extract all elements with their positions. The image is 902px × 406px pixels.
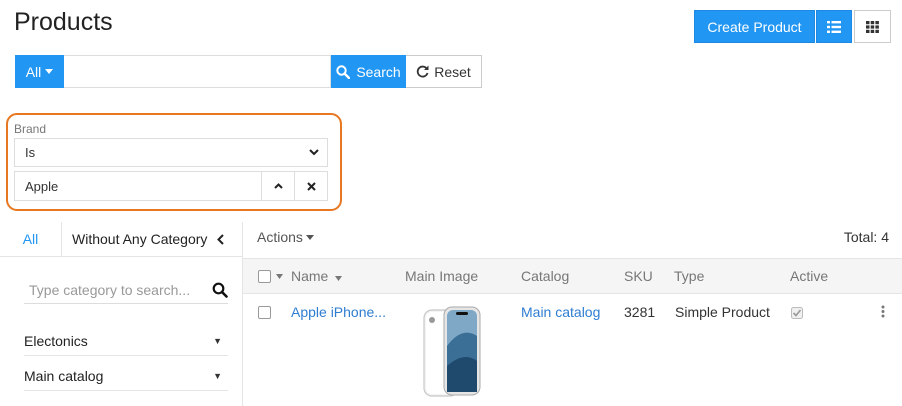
actions-dropdown[interactable]: Actions: [257, 229, 314, 245]
chevron-left-icon[interactable]: [217, 233, 225, 245]
column-header-type[interactable]: Type: [674, 268, 704, 284]
caret-down-icon[interactable]: ▼: [213, 371, 228, 381]
search-bar: All Search Reset: [15, 55, 482, 88]
type-value: Simple Product: [675, 304, 770, 320]
sort-caret-icon: [335, 276, 343, 281]
sidebar-divider: [242, 222, 243, 406]
total-count: Total: 4: [843, 229, 889, 245]
category-item-main-catalog[interactable]: Main catalog ▼: [24, 361, 228, 391]
column-header-active[interactable]: Active: [790, 268, 828, 284]
list-view-icon: [827, 20, 841, 33]
select-all-checkbox[interactable]: [258, 270, 271, 283]
column-header-name[interactable]: Name: [291, 268, 343, 284]
category-search: [24, 276, 228, 304]
filter-collapse-button[interactable]: [261, 172, 294, 200]
row-checkbox[interactable]: [258, 306, 271, 319]
all-dropdown-button[interactable]: All: [15, 55, 64, 88]
product-image[interactable]: [422, 306, 482, 398]
grid-view-icon: [866, 20, 879, 33]
filter-remove-button[interactable]: [294, 172, 327, 200]
all-label: All: [25, 63, 42, 80]
catalog-link[interactable]: Main catalog: [521, 304, 600, 320]
chevron-up-icon: [273, 183, 283, 189]
search-label: Search: [356, 63, 401, 80]
tab-without-category[interactable]: Without Any Category: [62, 222, 225, 257]
filter-value-row: Apple: [14, 171, 328, 201]
list-view-button[interactable]: [816, 10, 852, 43]
close-icon: [306, 181, 316, 191]
filter-operator-select[interactable]: Is: [14, 138, 328, 167]
category-item-label: Main catalog: [24, 367, 104, 384]
reset-label: Reset: [434, 63, 471, 80]
category-item-electronics[interactable]: Electonics ▼: [24, 326, 228, 356]
search-icon: [336, 64, 351, 79]
caret-down-icon: [305, 234, 314, 240]
refresh-icon: [417, 65, 429, 78]
category-item-label: Electonics: [24, 332, 88, 349]
create-product-button[interactable]: Create Product: [694, 10, 815, 43]
filter-value-field[interactable]: Apple: [15, 172, 261, 200]
column-label: Name: [291, 268, 329, 284]
search-input[interactable]: [64, 55, 331, 88]
actions-label: Actions: [257, 229, 303, 245]
sort-caret-icon[interactable]: [276, 274, 283, 279]
page-title: Products: [14, 8, 113, 36]
chevron-down-icon: [309, 149, 319, 156]
column-header-sku[interactable]: SKU: [624, 268, 653, 284]
category-search-input[interactable]: [24, 281, 199, 298]
sku-value: 3281: [624, 304, 656, 320]
search-icon[interactable]: [212, 282, 228, 298]
active-checkbox-icon: [791, 307, 803, 319]
tab-without-label: Without Any Category: [72, 231, 208, 247]
grid-view-button[interactable]: [854, 10, 891, 43]
category-tabs: All Without Any Category: [0, 221, 242, 257]
product-name-link[interactable]: Apple iPhone...: [291, 304, 386, 320]
table-header: Name Main Image Catalog SKU Type Active: [243, 258, 902, 294]
filter-label: Brand: [14, 122, 47, 136]
column-header-main-image: Main Image: [405, 268, 479, 284]
caret-down-icon: [45, 69, 54, 74]
reset-button[interactable]: Reset: [406, 55, 482, 88]
search-button[interactable]: Search: [331, 55, 406, 88]
caret-down-icon[interactable]: ▼: [213, 336, 228, 346]
column-header-catalog[interactable]: Catalog: [521, 268, 569, 284]
filter-operator-value: Is: [25, 145, 36, 160]
kebab-menu-icon[interactable]: [881, 305, 885, 318]
tab-all[interactable]: All: [0, 221, 62, 257]
